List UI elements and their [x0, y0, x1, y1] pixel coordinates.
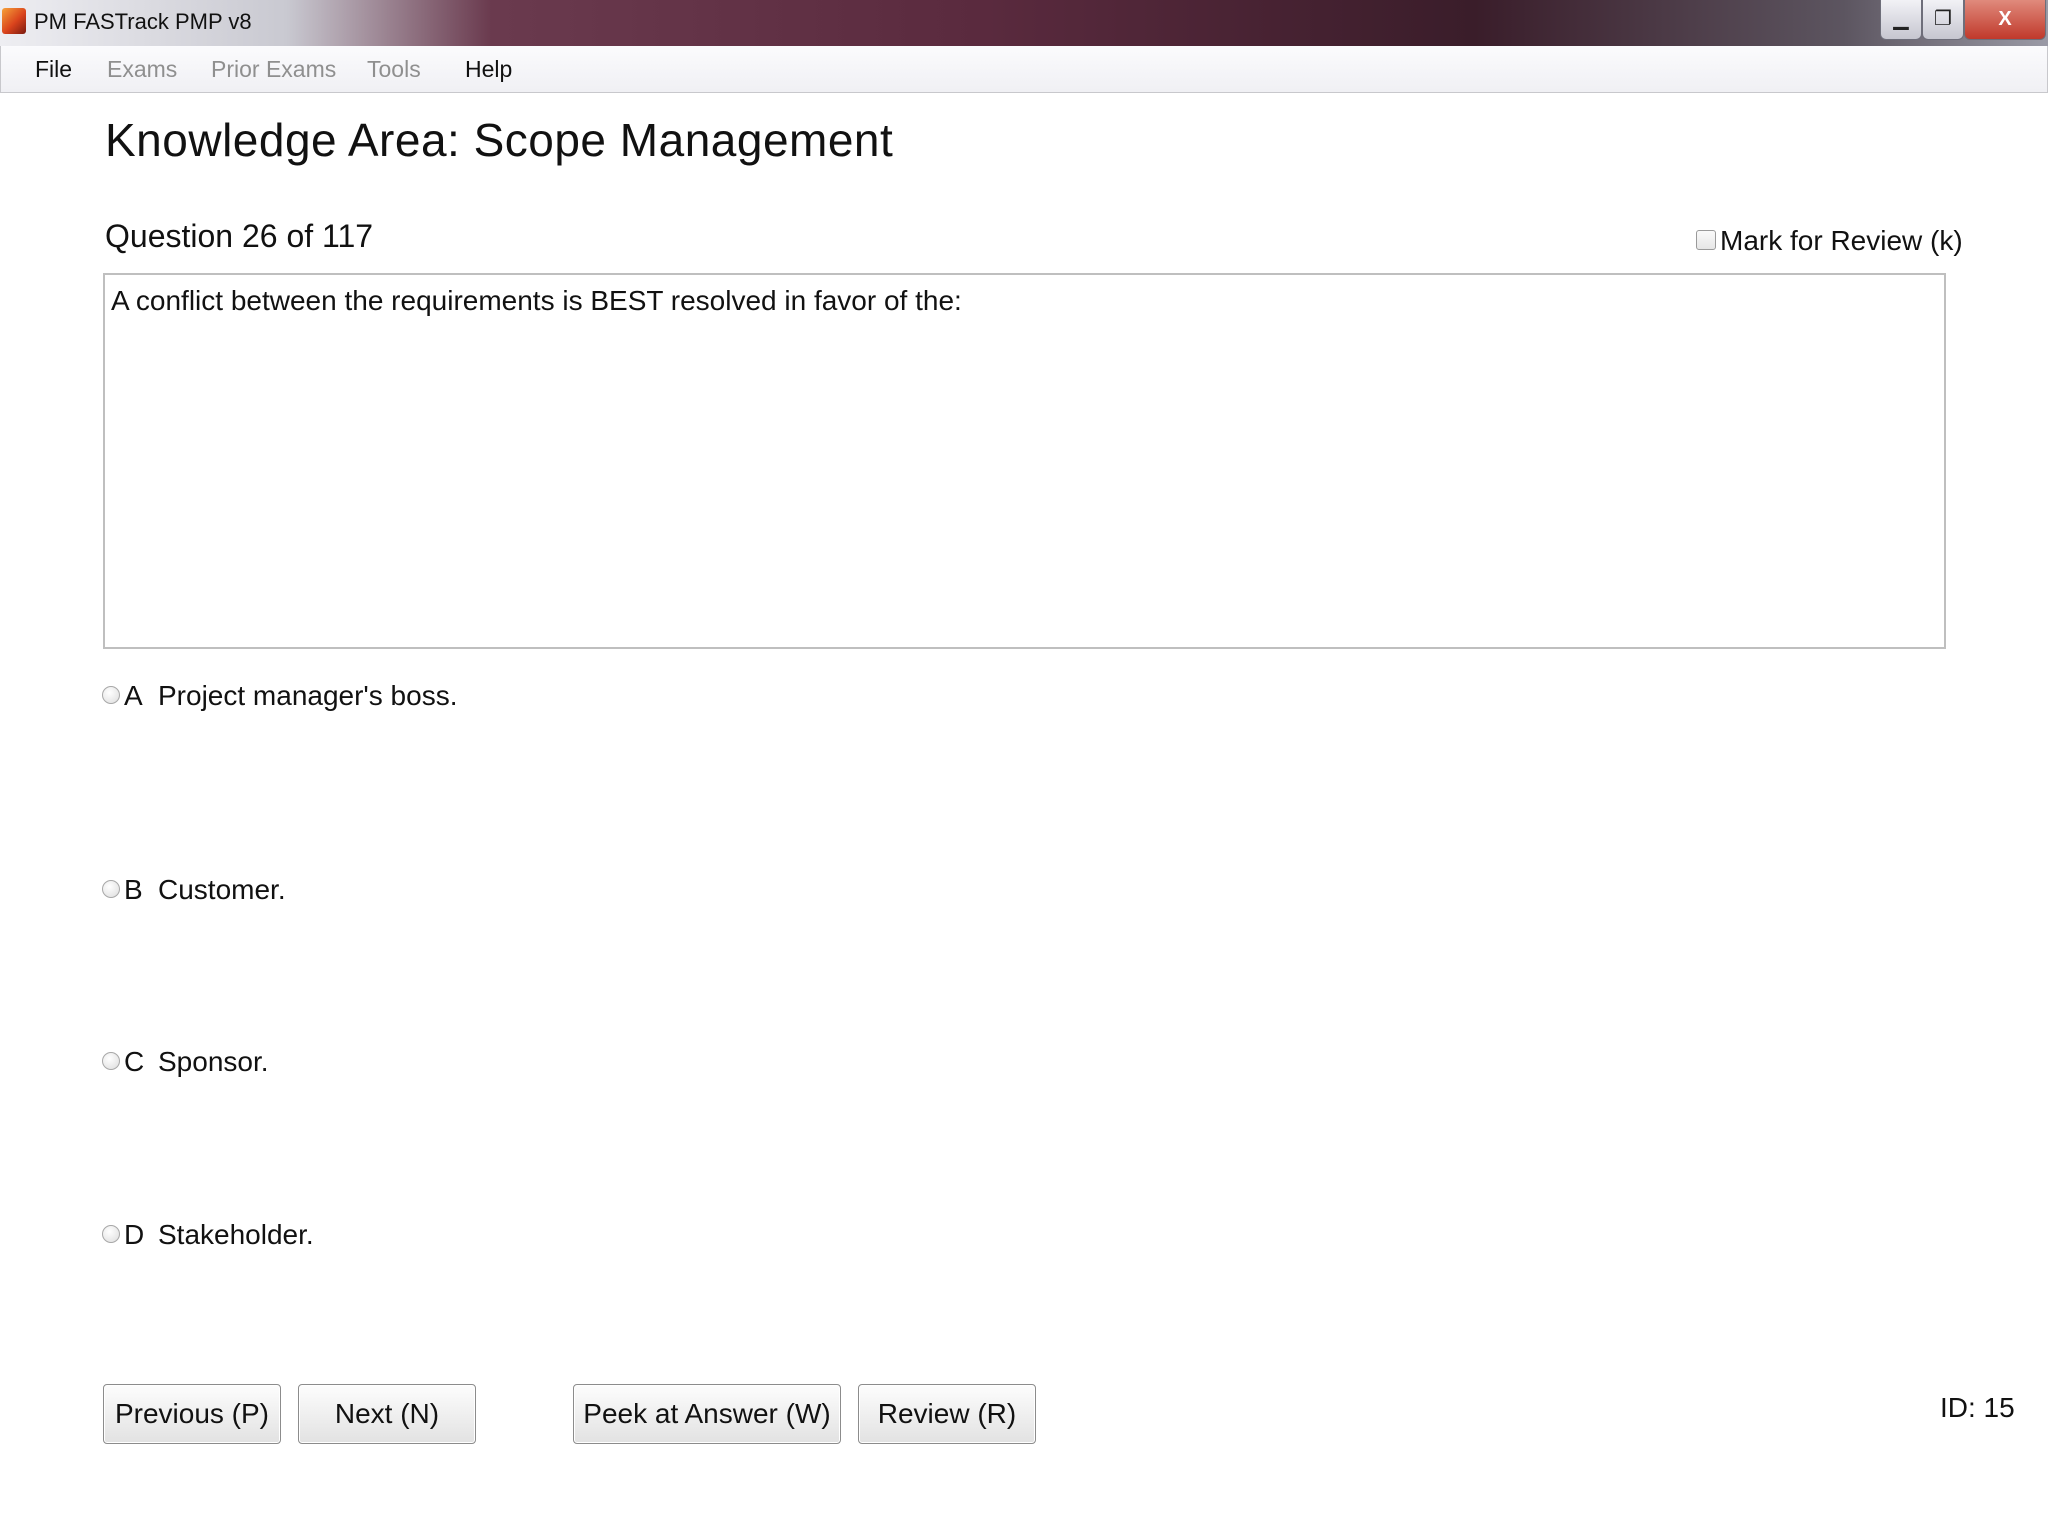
- menu-help[interactable]: Help: [465, 56, 512, 83]
- question-counter: Question 26 of 117: [105, 218, 374, 254]
- option-text: Customer.: [158, 874, 286, 905]
- radio-button-d[interactable]: [102, 1225, 120, 1243]
- title-bar: PM FASTrack PMP v8 ▁ ❐ X: [0, 0, 2048, 46]
- radio-button-a[interactable]: [102, 686, 120, 704]
- menu-prior-exams[interactable]: Prior Exams: [211, 56, 336, 83]
- radio-button-b[interactable]: [102, 880, 120, 898]
- question-id: ID: 15: [1940, 1392, 2015, 1423]
- close-button[interactable]: X: [1964, 0, 2046, 40]
- previous-button[interactable]: Previous (P): [103, 1384, 281, 1444]
- page-title: Knowledge Area: Scope Management: [105, 114, 894, 166]
- menu-tools[interactable]: Tools: [367, 56, 421, 83]
- menu-exams[interactable]: Exams: [107, 56, 177, 83]
- option-text: Stakeholder.: [158, 1219, 314, 1250]
- app-icon: [2, 8, 26, 34]
- radio-button-c[interactable]: [102, 1052, 120, 1070]
- question-text-box: A conflict between the requirements is B…: [103, 273, 1946, 649]
- option-letter: C: [124, 1046, 145, 1077]
- question-text: A conflict between the requirements is B…: [111, 285, 962, 316]
- mark-for-review-label[interactable]: Mark for Review (k): [1720, 225, 1963, 257]
- peek-at-answer-button[interactable]: Peek at Answer (W): [573, 1384, 841, 1444]
- window-title: PM FASTrack PMP v8: [34, 9, 252, 34]
- option-letter: D: [124, 1219, 145, 1250]
- menu-bar: File Exams Prior Exams Tools Help: [0, 46, 2048, 93]
- next-button[interactable]: Next (N): [298, 1384, 476, 1444]
- option-letter: B: [124, 874, 143, 905]
- mark-for-review-checkbox[interactable]: [1696, 230, 1716, 250]
- option-text: Project manager's boss.: [158, 680, 458, 711]
- review-button[interactable]: Review (R): [858, 1384, 1036, 1444]
- minimize-button[interactable]: ▁: [1880, 0, 1922, 40]
- maximize-button[interactable]: ❐: [1922, 0, 1964, 40]
- option-letter: A: [124, 680, 143, 711]
- menu-file[interactable]: File: [35, 56, 72, 83]
- option-text: Sponsor.: [158, 1046, 269, 1077]
